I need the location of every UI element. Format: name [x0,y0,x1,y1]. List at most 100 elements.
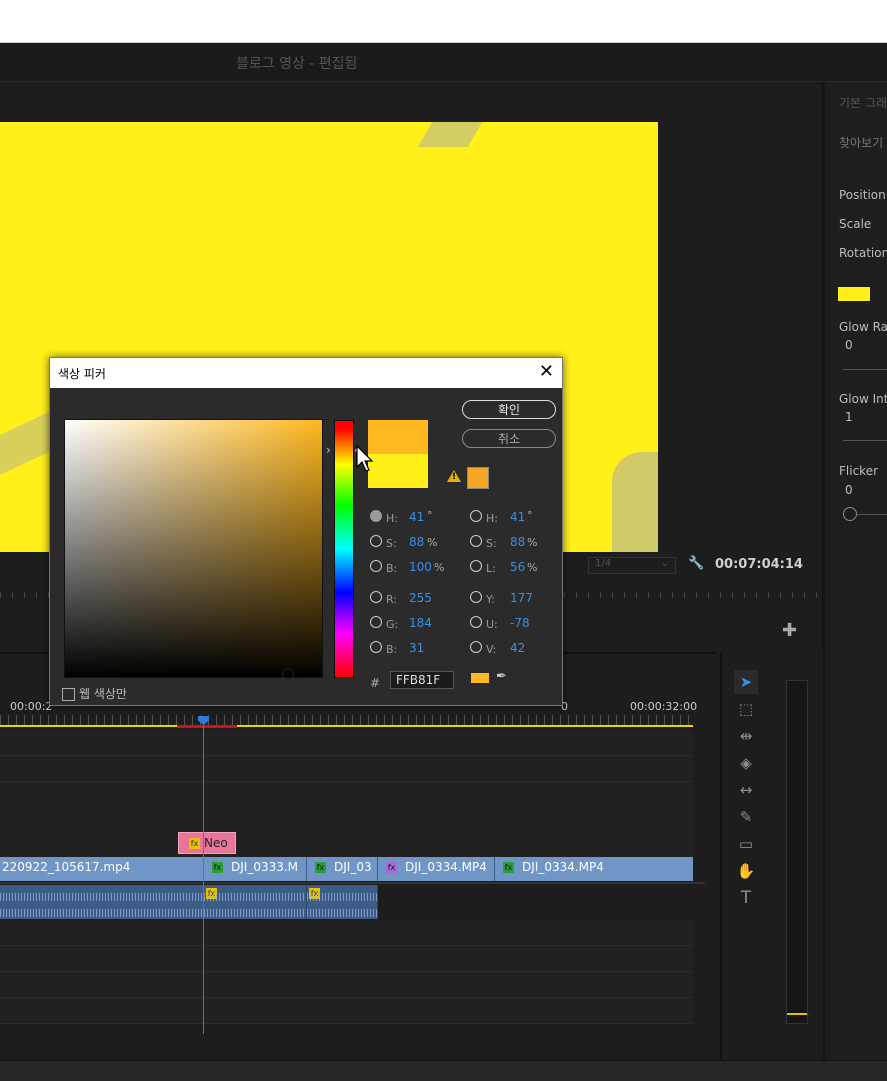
original-color-swatch[interactable] [368,454,428,488]
hue-slider-arrow-icon[interactable]: › [326,443,331,457]
dialog-title-bar[interactable]: 색상 피커 ✕ [50,358,562,388]
graphic-clip-label: Neo [204,836,228,850]
hsl-hue-radio[interactable] [470,510,482,522]
hex-hash-label: # [370,676,381,690]
gamut-color-swatch[interactable] [467,467,489,489]
glow-intensity-value[interactable]: 1 [845,410,853,424]
track-row[interactable] [0,998,693,1024]
add-button-icon[interactable]: ✚ [782,620,797,641]
fx-icon: fx [503,862,514,873]
red-value[interactable]: 255 [409,591,432,605]
video-clip[interactable]: fx DJI_0333.M [204,857,307,881]
wrench-icon[interactable]: 🔧 [688,556,704,571]
clip-name: DJI_0333.M [231,860,299,874]
playhead-line[interactable] [203,716,204,1034]
audio-waveform [0,893,203,901]
track-row[interactable] [0,756,693,782]
y-label: Y: [486,593,495,606]
track-row[interactable] [0,920,693,946]
selection-tool-icon[interactable]: ➤ [734,670,758,694]
hsl-hue-value[interactable]: 41 [510,510,525,524]
slip-tool-icon[interactable]: ↔ [734,778,758,802]
lightness-value[interactable]: 56 [510,560,525,574]
cancel-button[interactable]: 취소 [462,429,556,448]
flicker-slider[interactable] [857,514,887,515]
flicker-value[interactable]: 0 [845,483,853,497]
u-radio[interactable] [470,616,482,628]
hand-tool-icon[interactable]: ✋ [734,859,758,883]
ripple-edit-tool-icon[interactable]: ⇹ [734,724,758,748]
saturation-brightness-field[interactable] [64,419,323,678]
hex-input[interactable]: FFB81F [390,671,454,689]
video-clip[interactable]: fx DJI_0334.MP4 [495,857,693,881]
glow-radius-label: Glow Rad [839,320,887,334]
checkbox-icon[interactable] [62,688,75,701]
graphic-clip[interactable]: fx Neo [178,832,236,854]
saturation-value[interactable]: 88 [409,535,424,549]
rgb-b-label: B: [386,643,398,656]
video-clip[interactable]: fx DJI_0334.MP4 [378,857,495,881]
panel-title-bar: 블로그 영상 - 편집됨 [0,43,887,82]
video-clip[interactable]: 220922_105617.mp4 [0,857,204,881]
rectangle-tool-icon[interactable]: ▭ [734,832,758,856]
lightness-unit: % [527,561,538,574]
v-radio[interactable] [470,641,482,653]
ok-button[interactable]: 확인 [462,400,556,419]
track-row[interactable] [0,730,693,756]
y-value[interactable]: 177 [510,591,533,605]
hsl-hue-unit: ° [527,509,533,522]
hsl-saturation-value[interactable]: 88 [510,535,525,549]
hsl-saturation-radio[interactable] [470,535,482,547]
v-value[interactable]: 42 [510,641,525,655]
eyedropper-icon[interactable]: ✒ [496,669,507,684]
saturation-radio[interactable] [370,535,382,547]
hsl-s-label: S: [486,537,497,550]
pen-tool-icon[interactable]: ✎ [734,805,758,829]
glow-radius-slider[interactable] [843,369,887,370]
work-area-bar[interactable] [0,725,693,727]
track-row[interactable] [0,782,693,808]
close-icon[interactable]: ✕ [539,362,554,382]
track-row[interactable] [0,946,693,972]
hue-slider[interactable] [334,420,354,678]
flicker-slider-handle[interactable] [843,507,857,521]
fx-icon: fx [315,862,326,873]
timeline-time-start: 00:00:2 [10,700,53,713]
fx-icon: fx [386,862,397,873]
audio-clip[interactable]: fx [307,885,378,919]
dialog-title: 색상 피커 [58,367,106,381]
playhead-timecode[interactable]: 00:07:04:14 [715,557,803,572]
audio-clip[interactable]: fx [204,885,307,919]
panel-header: 기본 그래 [839,96,887,110]
hue-value[interactable]: 41 [409,510,424,524]
brightness-radio[interactable] [370,560,382,572]
u-value[interactable]: -78 [510,616,530,630]
razor-tool-icon[interactable]: ◈ [734,751,758,775]
type-tool-icon[interactable]: T [734,886,758,910]
brightness-unit: % [434,561,445,574]
track-row[interactable] [0,832,693,858]
green-radio[interactable] [370,616,382,628]
red-radio[interactable] [370,591,382,603]
lightness-radio[interactable] [470,560,482,572]
color-swatch[interactable] [838,287,870,301]
browse-tab[interactable]: 찾아보기 [839,134,883,151]
track-select-tool-icon[interactable]: ⬚ [734,697,758,721]
glow-radius-value[interactable]: 0 [845,338,853,352]
tools-panel: ➤ ⬚ ⇹ ◈ ↔ ✎ ▭ ✋ T [720,652,772,1060]
blue-value[interactable]: 31 [409,641,424,655]
zoom-select[interactable]: 1/4 ⌄ [588,557,676,574]
timeline-ruler[interactable] [0,715,693,725]
audio-clip[interactable] [0,885,204,919]
color-selector-handle[interactable] [282,668,294,680]
y-radio[interactable] [470,591,482,603]
brightness-value[interactable]: 100 [409,560,432,574]
web-colors-only-checkbox[interactable]: 웹 색상만 [62,685,127,702]
track-row[interactable] [0,972,693,998]
video-clip[interactable]: fx DJI_03 [307,857,378,881]
hue-radio[interactable] [370,510,382,522]
blue-radio[interactable] [370,641,382,653]
glow-intensity-slider[interactable] [843,440,887,441]
green-value[interactable]: 184 [409,616,432,630]
track-row[interactable] [0,807,693,833]
